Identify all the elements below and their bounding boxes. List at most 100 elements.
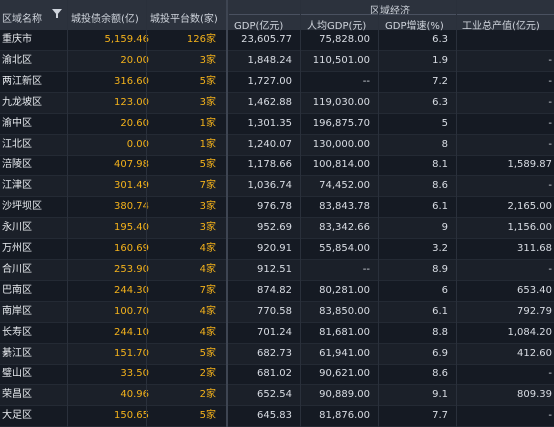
cell-plat: 3家 bbox=[199, 201, 216, 213]
cell-ind: - bbox=[548, 368, 552, 380]
cell-gdp: 652.54 bbox=[257, 389, 292, 401]
cell-name: 长寿区 bbox=[2, 326, 32, 338]
cell-ind: - bbox=[548, 410, 552, 422]
cell-pgdp: 130,000.00 bbox=[312, 138, 370, 150]
cell-name: 南岸区 bbox=[2, 305, 32, 317]
cell-plat: 4家 bbox=[199, 305, 216, 317]
cell-plat: 1家 bbox=[199, 138, 216, 150]
cell-pgdp: 80,281.00 bbox=[319, 284, 370, 296]
header-platforms[interactable]: 城投平台数(家) bbox=[150, 10, 218, 25]
table-row[interactable]: 巴南区 244.30 7家 874.82 80,281.00 6 653.40 bbox=[0, 281, 554, 302]
column-divider bbox=[146, 0, 147, 427]
cell-name: 璧山区 bbox=[2, 368, 32, 380]
table-row[interactable]: 永川区 195.40 3家 952.69 83,342.66 9 1,156.00 bbox=[0, 218, 554, 240]
cell-plat: 5家 bbox=[199, 75, 216, 87]
cell-gdp: 1,848.24 bbox=[247, 54, 292, 66]
table-row[interactable]: 合川区 253.90 4家 912.51 -- 8.9 - bbox=[0, 259, 554, 281]
header-region[interactable]: 区域名称 bbox=[2, 10, 42, 25]
cell-grow: 6.3 bbox=[432, 96, 448, 108]
cell-ind: 1,084.20 bbox=[507, 326, 552, 338]
cell-gdp: 1,240.07 bbox=[247, 138, 292, 150]
cell-debt: 244.30 bbox=[114, 284, 149, 296]
cell-pgdp: 196,875.70 bbox=[312, 117, 370, 129]
cell-ind: 792.79 bbox=[517, 305, 552, 317]
cell-grow: 8.8 bbox=[432, 326, 448, 338]
cell-ind: - bbox=[548, 54, 552, 66]
cell-gdp: 23,605.77 bbox=[241, 34, 292, 45]
cell-debt: 160.69 bbox=[114, 243, 149, 254]
table-row[interactable]: 九龙坡区 123.00 3家 1,462.88 119,030.00 6.3 - bbox=[0, 92, 554, 114]
cell-pgdp: 55,854.00 bbox=[319, 243, 370, 254]
cell-ind: - bbox=[548, 263, 552, 275]
cell-debt: 253.90 bbox=[114, 263, 149, 275]
cell-pgdp: 100,814.00 bbox=[312, 159, 370, 171]
cell-plat: 126家 bbox=[186, 34, 216, 45]
table-row[interactable]: 江津区 301.49 7家 1,036.74 74,452.00 8.6 - bbox=[0, 176, 554, 198]
cell-pgdp: 119,030.00 bbox=[312, 96, 370, 108]
cell-grow: 7.7 bbox=[432, 410, 448, 422]
table-row[interactable]: 江北区 0.00 1家 1,240.07 130,000.00 8- bbox=[0, 134, 554, 156]
cell-debt: 33.50 bbox=[120, 368, 149, 380]
cell-plat: 5家 bbox=[199, 347, 216, 359]
table-row[interactable]: 荣昌区 40.96 2家 652.54 90,889.00 9.1 809.39 bbox=[0, 385, 554, 407]
cell-grow: 6.1 bbox=[432, 201, 448, 213]
cell-gdp: 874.82 bbox=[257, 284, 292, 296]
cell-gdp: 681.02 bbox=[257, 368, 292, 380]
table-header: 区域名称 城投债余额(亿) 城投平台数(家) 区域经济 GDP(亿元) 人均GD… bbox=[0, 0, 554, 32]
frozen-column-divider bbox=[226, 0, 228, 427]
data-table: 区域名称 城投债余额(亿) 城投平台数(家) 区域经济 GDP(亿元) 人均GD… bbox=[0, 0, 554, 427]
cell-plat: 3家 bbox=[199, 96, 216, 108]
cell-gdp: 1,301.35 bbox=[247, 117, 292, 129]
cell-plat: 4家 bbox=[199, 326, 216, 338]
cell-plat: 5家 bbox=[199, 410, 216, 422]
cell-name: 江津区 bbox=[2, 180, 32, 192]
cell-plat: 5家 bbox=[199, 159, 216, 171]
table-row[interactable]: 璧山区 33.50 2家 681.02 90,621.00 8.6 - bbox=[0, 364, 554, 386]
cell-ind: 809.39 bbox=[517, 389, 552, 401]
cell-grow: 9.1 bbox=[432, 389, 448, 401]
table-row[interactable]: 沙坪坝区 380.74 3家 976.78 83,843.78 6.1 2,165.00 bbox=[0, 197, 554, 219]
cell-gdp: 1,462.88 bbox=[247, 96, 292, 108]
cell-debt: 20.60 bbox=[120, 117, 149, 129]
cell-plat: 3家 bbox=[199, 222, 216, 234]
table-row[interactable]: 渝北区 20.00 3家 1,848.24 110,501.00 1.9 - bbox=[0, 50, 554, 72]
cell-ind: - bbox=[548, 180, 552, 192]
table-row[interactable]: 涪陵区 407.98 5家 1,178.66 100,814.00 8.1 1,589.87 bbox=[0, 155, 554, 177]
cell-grow: 7.2 bbox=[432, 75, 448, 87]
cell-debt: 244.10 bbox=[114, 326, 149, 338]
filter-icon-stem bbox=[56, 14, 58, 18]
cell-name: 九龙坡区 bbox=[2, 96, 42, 108]
cell-debt: 20.00 bbox=[120, 54, 149, 66]
table-row[interactable]: 渝中区 20.60 1家 1,301.35 196,875.70 5 - bbox=[0, 114, 554, 135]
cell-debt: 150.65 bbox=[114, 410, 149, 422]
cell-name: 荣昌区 bbox=[2, 389, 32, 401]
cell-name: 巴南区 bbox=[2, 284, 32, 296]
cell-debt: 5,159.46 bbox=[104, 34, 149, 45]
cell-grow: 6.3 bbox=[432, 34, 448, 45]
table-row[interactable]: 南岸区 100.70 4家 770.58 83,850.00 6.1 792.79 bbox=[0, 301, 554, 323]
cell-ind: - bbox=[548, 138, 552, 150]
header-debt[interactable]: 城投债余额(亿) bbox=[71, 10, 139, 25]
cell-ind: 1,156.00 bbox=[507, 222, 552, 234]
cell-debt: 407.98 bbox=[114, 159, 149, 171]
cell-debt: 123.00 bbox=[114, 96, 149, 108]
cell-gdp: 1,178.66 bbox=[247, 159, 292, 171]
cell-debt: 100.70 bbox=[114, 305, 149, 317]
table-row[interactable]: 两江新区 316.60 5家 1,727.00 -- 7.2 - bbox=[0, 72, 554, 93]
table-row[interactable]: 綦江区 151.70 5家 682.73 61,941.00 6.9 412.60 bbox=[0, 343, 554, 365]
cell-debt: 380.74 bbox=[114, 201, 149, 213]
cell-name: 沙坪坝区 bbox=[2, 201, 42, 213]
table-row[interactable]: 大足区 150.65 5家 645.83 81,876.00 7.7 - bbox=[0, 406, 554, 427]
cell-ind: 1,589.87 bbox=[507, 159, 552, 171]
cell-grow: 8.6 bbox=[432, 180, 448, 192]
cell-gdp: 1,727.00 bbox=[247, 75, 292, 87]
table-row[interactable]: 重庆市 5,159.46 126家 23,605.77 75,828.00 6.3 bbox=[0, 30, 554, 51]
cell-plat: 4家 bbox=[199, 243, 216, 254]
cell-plat: 7家 bbox=[199, 180, 216, 192]
table-row[interactable]: 万州区 160.69 4家 920.91 55,854.00 3.2 311.68 bbox=[0, 239, 554, 260]
cell-ind: - bbox=[548, 117, 552, 129]
cell-pgdp: 81,876.00 bbox=[319, 410, 370, 422]
cell-name: 大足区 bbox=[2, 410, 32, 422]
cell-ind: 412.60 bbox=[517, 347, 552, 359]
table-row[interactable]: 长寿区 244.10 4家 701.24 81,681.00 8.8 1,084.20 bbox=[0, 323, 554, 344]
